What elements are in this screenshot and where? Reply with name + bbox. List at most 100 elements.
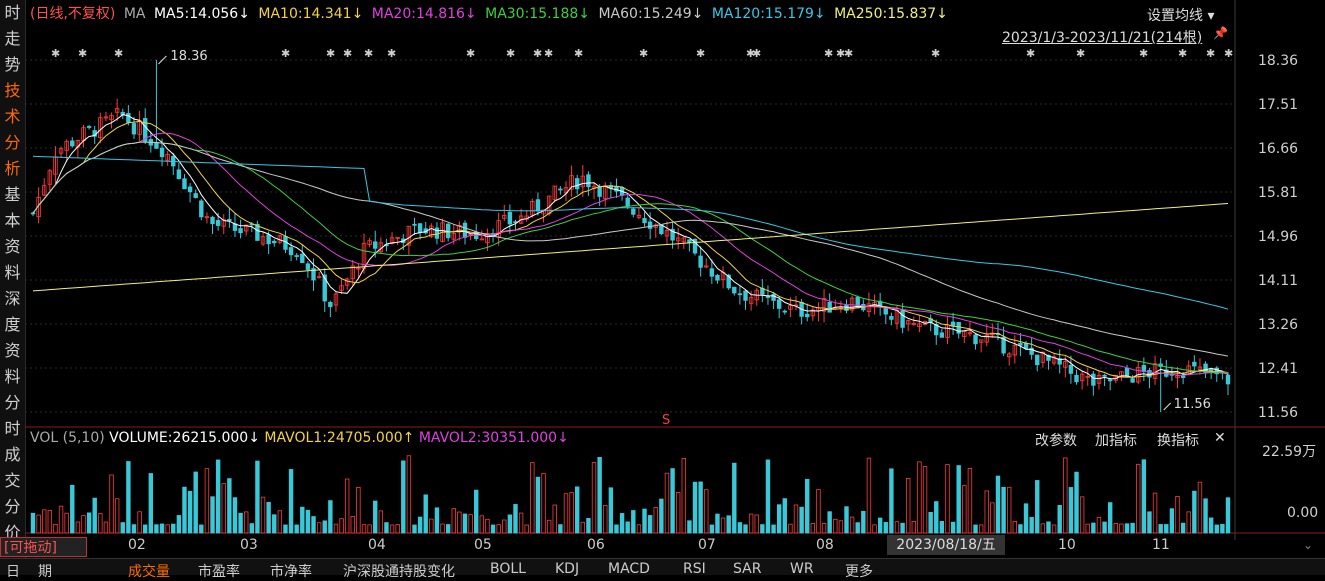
volume-bar [732,462,737,534]
volume-bar [249,523,255,534]
volume-bar [47,510,53,534]
event-marker[interactable]: ✱ [343,47,352,60]
volume-bar [855,522,860,534]
tab-boll[interactable]: BOLL [490,561,526,577]
volume-bar [631,510,636,534]
volume-bar [816,489,821,534]
volume-bar [1023,503,1029,534]
event-marker[interactable]: ✱ [506,47,515,60]
volume-bar [154,524,159,534]
volume-bar [42,509,47,534]
volume-bar [1001,486,1006,534]
event-marker[interactable]: ✱ [533,47,542,60]
event-marker[interactable]: ✱ [574,47,583,60]
kline-chart[interactable]: 18.3611.56S✱ ✱ ✱ ✱ ✱ ✱ ✱ ✱ ✱ ✱ ✱ ✱ ✱ ✱ ✱ ✱✱ ✱ ✱✱ ✱ ✱ ✱ ✱ ✱ ✱ ✱ 1… [0,0,1325,540]
date-range[interactable]: 2023/1/3-2023/11/21(214根) [1002,27,1202,47]
tab-more[interactable]: 更多 [845,561,873,581]
volume-bar [1180,522,1186,534]
add-indicator-button[interactable]: 加指标 [1095,430,1137,450]
volume-bar [569,492,574,534]
chevron-down-icon[interactable]: ⌄ [1303,538,1313,552]
volume-bar [401,460,406,534]
volume-bar [1079,496,1085,534]
volume-bar [1186,511,1191,534]
drag-badge[interactable]: [可拖动] [0,537,87,557]
event-marker[interactable]: ✱ [326,47,335,60]
event-marker[interactable]: ✱ [114,47,123,60]
event-marker[interactable]: ✱ [1178,47,1187,60]
event-marker[interactable]: ✱ [1206,47,1215,60]
event-marker[interactable]: ✱ [1026,47,1035,60]
close-icon[interactable]: ✕ [1214,430,1226,446]
tab-macd[interactable]: MACD [608,561,650,577]
candle-body [1225,374,1231,385]
pin-icon[interactable]: 📌 [1213,26,1228,40]
tab-rsi[interactable]: RSI [683,561,706,577]
ma-settings-button[interactable]: 设置均线 ▾ [1147,5,1214,25]
candle-body [535,199,541,212]
event-marker[interactable]: ✱ [364,47,373,60]
volume-bar [911,521,917,534]
volume-bar [502,519,507,534]
volume-bar [1074,471,1079,534]
event-marker[interactable]: ✱ [1224,47,1233,60]
event-marker[interactable]: ✱ [1139,47,1148,60]
volume-bar [238,512,243,534]
event-marker[interactable]: ✱ [281,47,290,60]
volume-bar [126,461,131,534]
tab-sar[interactable]: SAR [733,561,761,577]
volume-bar [395,524,400,534]
volume-bar [75,521,81,534]
event-marker[interactable]: ✱ [387,47,396,60]
candle-body [647,221,653,229]
candle-body [86,126,92,128]
event-marker[interactable]: ✱ [51,47,60,60]
volume-bar [1141,459,1147,534]
event-marker[interactable]: ✱ [78,47,87,60]
tab-period[interactable]: 期 [38,561,52,581]
tab-kdj[interactable]: KDJ [555,561,579,577]
volume-bar [1035,480,1040,534]
event-marker[interactable]: ✱ [824,47,833,60]
candle-body [215,220,221,226]
candle-body [1208,369,1214,371]
change-params-button[interactable]: 改参数 [1035,430,1077,450]
tab-day[interactable]: 日 [6,561,20,581]
tab-pb[interactable]: 市净率 [270,561,312,581]
event-marker[interactable]: ✱ [931,47,940,60]
candle-body [1018,342,1023,346]
event-marker[interactable]: ✱ [844,47,853,60]
volume-bar [474,489,479,534]
tab-volume[interactable]: 成交量 [128,561,170,581]
volume-bar [120,522,125,534]
volume-bar [838,520,844,534]
ma30-value: MA30:15.188↓ [485,6,591,22]
event-marker[interactable]: ✱ [1076,47,1085,60]
tab-wr[interactable]: WR [790,561,814,577]
volume-bar [260,496,266,534]
event-marker[interactable]: ✱ [466,47,475,60]
volume-bar [1018,524,1023,534]
event-marker[interactable]: ✱ [752,47,761,60]
switch-indicator-button[interactable]: 换指标 [1157,430,1199,450]
month-label: 05 [474,537,492,553]
mode-label: (日线,不复权) [30,6,116,22]
tab-pe[interactable]: 市盈率 [198,561,240,581]
event-marker[interactable]: ✱ [544,47,553,60]
volume-bar [698,481,703,534]
event-marker[interactable]: ✱ [696,47,705,60]
volume-bar [1147,511,1152,534]
volume-bar [1136,463,1141,534]
event-marker[interactable]: ✱ [639,47,648,60]
volume-bar [726,515,731,534]
volume-bar [1203,498,1208,534]
volume-bar [1158,524,1163,534]
tab-connect-holding[interactable]: 沪深股通持股变化 [343,561,455,581]
volume-bar [64,512,69,534]
candle-body [1035,354,1040,366]
candle-body [1102,374,1107,377]
volume-bar [709,524,715,534]
candle-body [732,286,737,294]
volume-bar [670,468,675,534]
volume-bar [799,506,804,534]
